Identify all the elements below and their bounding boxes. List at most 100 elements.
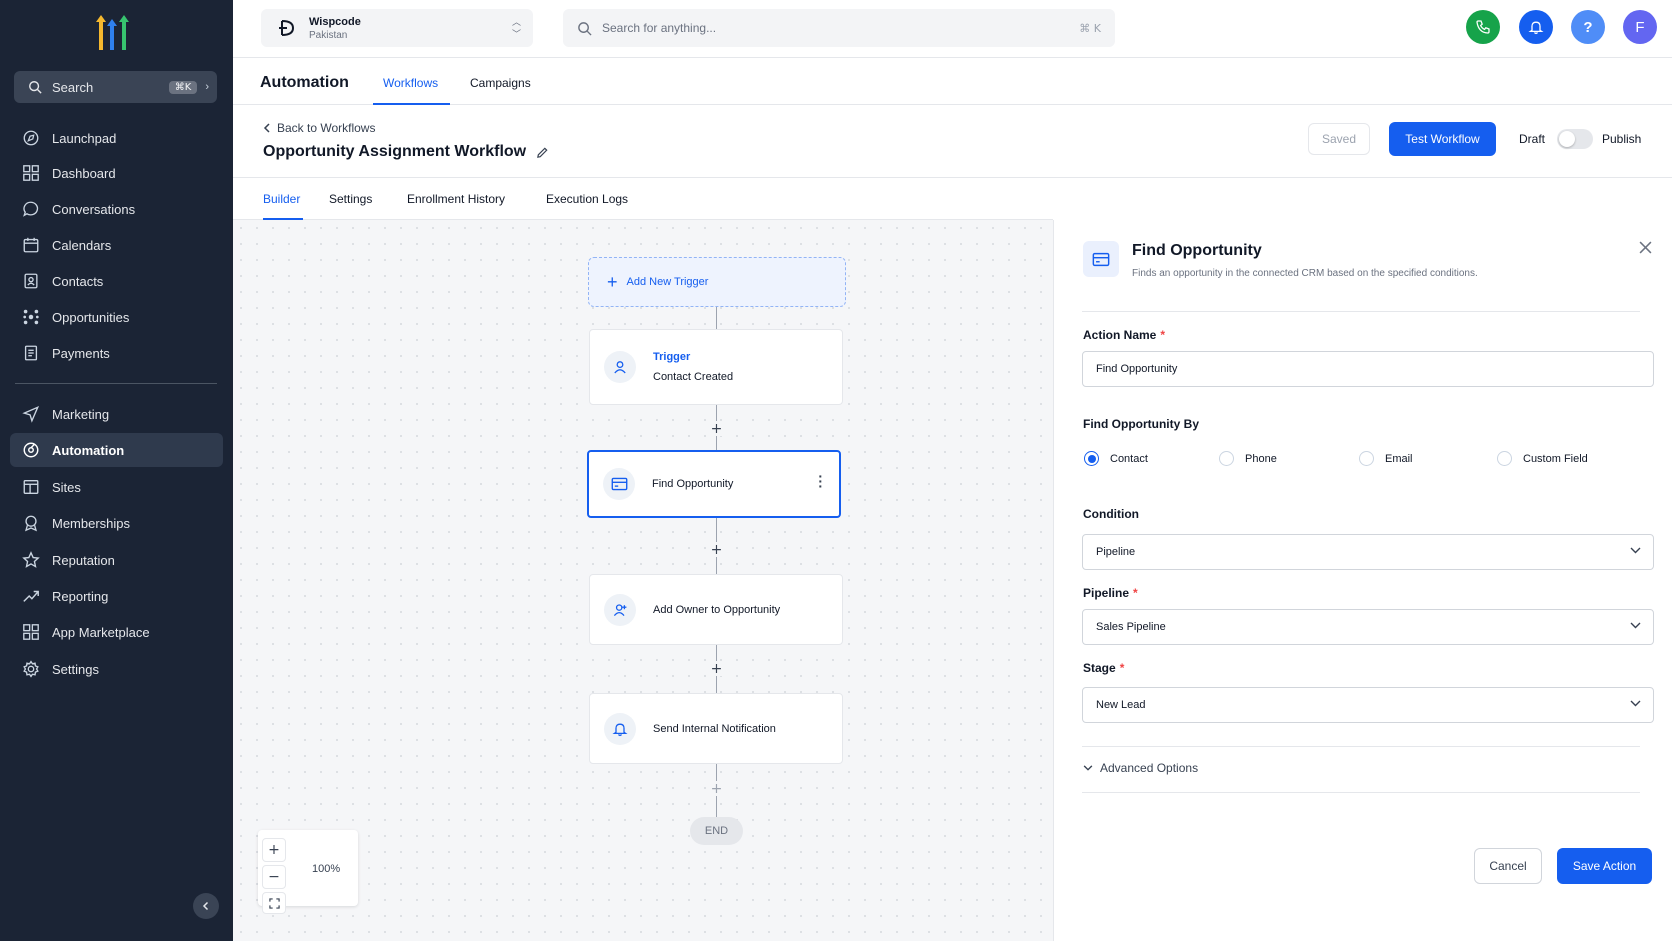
add-trigger-button[interactable]: + Add New Trigger (588, 257, 846, 307)
pipeline-select[interactable]: Sales Pipeline (1082, 609, 1654, 645)
tab-campaigns[interactable]: Campaigns (470, 76, 531, 90)
sidebar-item-app-marketplace[interactable]: App Marketplace (10, 615, 223, 649)
back-link-label: Back to Workflows (277, 121, 376, 135)
notifications-button[interactable] (1519, 10, 1553, 44)
sidebar-item-memberships[interactable]: Memberships (10, 506, 223, 540)
chevron-left-icon (201, 901, 211, 911)
close-icon[interactable] (1639, 241, 1652, 254)
receipt-icon (21, 343, 41, 363)
stage-select[interactable]: New Lead (1082, 687, 1654, 723)
sidebar-item-label: Conversations (52, 201, 136, 217)
sidebar-item-launchpad[interactable]: Launchpad (10, 121, 223, 155)
radio-phone[interactable]: Phone (1219, 451, 1277, 466)
bell-icon (1528, 19, 1544, 35)
chevron-right-icon[interactable]: › (205, 81, 209, 93)
automation-icon (21, 440, 41, 460)
radio-label: Email (1385, 452, 1413, 465)
saved-button[interactable]: Saved (1308, 123, 1370, 155)
add-step-button[interactable]: + (709, 421, 724, 437)
contacts-icon (21, 271, 41, 291)
user-plus-icon (604, 593, 636, 626)
sidebar-item-label: Marketing (52, 406, 110, 422)
more-vertical-icon[interactable]: · · · (818, 469, 823, 493)
sidebar-item-label: App Marketplace (52, 624, 150, 640)
sidebar-item-label: Reporting (52, 588, 109, 604)
publish-toggle[interactable] (1557, 129, 1593, 149)
sidebar-item-contacts[interactable]: Contacts (10, 264, 223, 298)
publish-label: Publish (1602, 132, 1642, 146)
condition-select[interactable]: Pipeline (1082, 534, 1654, 570)
collapse-sidebar-button[interactable] (193, 893, 219, 919)
search-placeholder: Search for anything... (602, 21, 717, 35)
action-name-label: Action Name * (1083, 328, 1166, 342)
tab-enrollment-history[interactable]: Enrollment History (407, 192, 505, 206)
chevron-down-icon (1630, 547, 1641, 554)
pipeline-label: Pipeline * (1083, 586, 1138, 600)
opportunities-icon (21, 307, 41, 327)
sidebar-item-settings[interactable]: Settings (10, 652, 223, 686)
radio-custom-field[interactable]: Custom Field (1497, 451, 1588, 466)
panel-description: Finds an opportunity in the connected CR… (1132, 268, 1478, 279)
tab-settings[interactable]: Settings (329, 192, 372, 206)
fit-view-button[interactable] (262, 892, 286, 914)
sidebar-item-opportunities[interactable]: Opportunities (10, 300, 223, 334)
phone-button[interactable] (1466, 10, 1500, 44)
trigger-node[interactable]: Trigger Contact Created (589, 329, 843, 405)
gear-icon (21, 659, 41, 679)
brand-logo[interactable] (92, 12, 136, 52)
divider (1082, 311, 1640, 312)
advanced-options-toggle[interactable]: Advanced Options (1083, 761, 1198, 775)
add-step-button[interactable]: + (709, 781, 724, 797)
back-link[interactable]: Back to Workflows (263, 121, 375, 135)
sidebar-item-dashboard[interactable]: Dashboard (10, 156, 223, 190)
sidebar-item-sites[interactable]: Sites (10, 470, 223, 504)
save-action-button[interactable]: Save Action (1557, 848, 1652, 884)
test-workflow-button[interactable]: Test Workflow (1389, 122, 1496, 156)
send-icon (21, 404, 41, 424)
edit-pencil-icon[interactable] (536, 146, 549, 159)
action-node-send-notification[interactable]: Send Internal Notification (589, 693, 843, 764)
help-button[interactable]: ? (1571, 10, 1605, 44)
sidebar-item-conversations[interactable]: Conversations (10, 192, 223, 226)
add-step-button[interactable]: + (709, 542, 724, 558)
action-name-input[interactable]: Find Opportunity (1082, 351, 1654, 387)
avatar[interactable]: F (1623, 10, 1657, 44)
sidebar-item-automation[interactable]: Automation (10, 433, 223, 467)
divider (1082, 792, 1640, 793)
radio-contact[interactable]: Contact (1084, 451, 1148, 466)
sidebar-item-label: Contacts (52, 273, 104, 289)
panel-title: Find Opportunity (1132, 242, 1262, 259)
sidebar-item-payments[interactable]: Payments (10, 336, 223, 370)
add-trigger-label: Add New Trigger (626, 276, 709, 288)
zoom-in-button[interactable]: + (262, 838, 286, 862)
advanced-options-label: Advanced Options (1100, 761, 1199, 775)
membership-icon (21, 513, 41, 533)
radio-label: Custom Field (1523, 452, 1588, 465)
sidebar-item-calendars[interactable]: Calendars (10, 228, 223, 262)
trigger-title: Trigger (653, 351, 691, 363)
cancel-button[interactable]: Cancel (1474, 848, 1542, 884)
sidebar-search[interactable]: Search ⌘K › (14, 71, 217, 103)
tab-builder[interactable]: Builder (263, 192, 300, 206)
tab-workflows[interactable]: Workflows (383, 76, 438, 90)
account-switcher[interactable]: Wispcode Pakistan ︿ ﹀ (261, 9, 533, 47)
tab-execution-logs[interactable]: Execution Logs (546, 192, 628, 206)
sidebar-item-label: Sites (52, 479, 81, 495)
sidebar-item-marketing[interactable]: Marketing (10, 397, 223, 431)
sidebar-item-reporting[interactable]: Reporting (10, 579, 223, 613)
radio-email[interactable]: Email (1359, 451, 1413, 466)
stage-label: Stage * (1083, 661, 1125, 675)
add-step-button[interactable]: + (709, 661, 724, 677)
top-bar: Wispcode Pakistan ︿ ﹀ Search for anything… (233, 0, 1672, 58)
zoom-out-button[interactable]: − (262, 865, 286, 889)
action-node-find-opportunity[interactable]: Find Opportunity · · · (587, 450, 841, 518)
action-config-panel: Find Opportunity Finds an opportunity in… (1053, 220, 1672, 941)
sidebar-item-reputation[interactable]: Reputation (10, 543, 223, 577)
node-label: Send Internal Notification (653, 722, 776, 735)
global-search[interactable]: Search for anything... ⌘ K (563, 9, 1115, 47)
action-node-add-owner[interactable]: Add Owner to Opportunity (589, 574, 843, 645)
zoom-controls: + − 100% (258, 830, 358, 914)
apps-icon (21, 622, 41, 642)
user-icon (604, 351, 636, 383)
grid-icon (21, 163, 41, 183)
